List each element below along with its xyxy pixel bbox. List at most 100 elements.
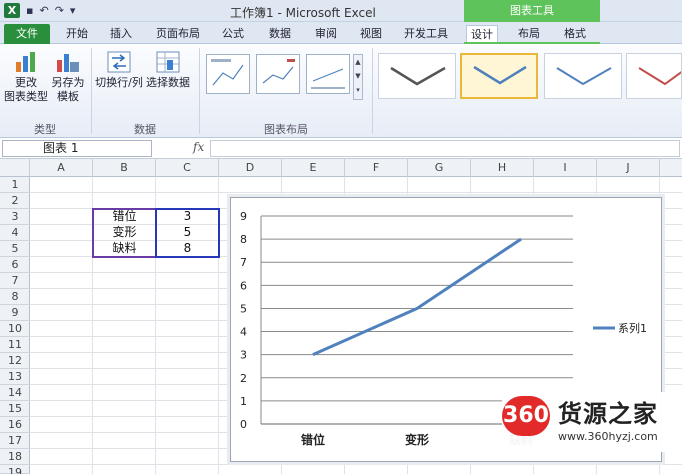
tab-page-layout[interactable]: 页面布局 <box>152 25 204 44</box>
layout-gallery-scroll[interactable]: ▲ ▼ ▾ <box>353 54 363 100</box>
chart-tools-header: 图表工具 <box>464 0 600 22</box>
select-data-button[interactable]: 选择数据 <box>146 50 190 90</box>
x-tick-label: 变形 <box>405 432 429 447</box>
y-tick-label: 5 <box>240 302 247 315</box>
save-as-template-button[interactable]: 另存为 模板 <box>50 50 86 104</box>
layout-thumb-icon <box>262 59 295 84</box>
watermark-logo: 360 <box>502 396 550 436</box>
select-data-icon <box>156 51 180 73</box>
excel-logo-icon[interactable]: X <box>4 3 20 18</box>
chart-style-2-selected[interactable] <box>460 53 538 99</box>
chart-style-4[interactable] <box>626 53 682 99</box>
window-title: 工作簿1 - Microsoft Excel <box>230 6 376 20</box>
y-tick-label: 2 <box>240 372 247 385</box>
row-header[interactable]: 7 <box>0 273 30 289</box>
column-header[interactable]: F <box>345 159 408 177</box>
row-header[interactable]: 19 <box>0 465 30 474</box>
row-header[interactable]: 4 <box>0 225 30 241</box>
row-header[interactable]: 9 <box>0 305 30 321</box>
row-header[interactable]: 18 <box>0 449 30 465</box>
group-label-data: 数据 <box>134 123 156 136</box>
row-header[interactable]: 10 <box>0 321 30 337</box>
formula-bar: 图表 1 fx <box>0 138 682 159</box>
row-header[interactable]: 17 <box>0 433 30 449</box>
column-header[interactable]: E <box>282 159 345 177</box>
ribbon: 更改 图表类型 另存为 模板 类型 切换行/列 选择数据 数据 ▲ ▼ ▾ 图表布局 <box>0 44 682 138</box>
select-all-corner[interactable] <box>0 159 30 177</box>
ribbon-tabs: 文件 开始 插入 页面布局 公式 数据 审阅 视图 开发工具 设计 布局 格式 <box>0 22 682 45</box>
save-icon[interactable]: ▪ <box>26 3 33 18</box>
column-headers: A B C D E F G H I J <box>0 159 682 177</box>
tab-insert[interactable]: 插入 <box>106 25 136 44</box>
row-header[interactable]: 1 <box>0 177 30 193</box>
value-range-highlight <box>155 208 220 258</box>
redo-icon[interactable]: ↷ <box>55 3 64 18</box>
save-template-icon <box>57 54 79 72</box>
row-header[interactable]: 6 <box>0 257 30 273</box>
row-header[interactable]: 2 <box>0 193 30 209</box>
row-headers: 1 2 3 4 5 6 7 8 9 10 11 12 13 14 15 16 1… <box>0 177 30 474</box>
chart-layout-3[interactable] <box>306 54 350 94</box>
tab-data[interactable]: 数据 <box>265 25 295 44</box>
row-header[interactable]: 15 <box>0 401 30 417</box>
column-header[interactable]: H <box>471 159 534 177</box>
row-header[interactable]: 11 <box>0 337 30 353</box>
chart-style-1[interactable] <box>378 53 456 99</box>
select-data-label: 选择数据 <box>146 76 190 89</box>
column-header[interactable]: D <box>219 159 282 177</box>
column-header[interactable]: A <box>30 159 93 177</box>
watermark: 360 货源之家 www.360hyzj.com <box>502 392 682 452</box>
change-chart-type-button[interactable]: 更改 图表类型 <box>4 50 48 104</box>
row-header[interactable]: 5 <box>0 241 30 257</box>
function-icon[interactable]: fx <box>193 140 204 154</box>
column-header[interactable]: C <box>156 159 219 177</box>
switch-row-column-icon <box>107 51 131 73</box>
customize-icon[interactable]: ▾ <box>70 3 76 18</box>
quick-access-toolbar: X ▪ ↶ ↷ ▾ <box>4 3 75 18</box>
layout-thumb-icon <box>211 59 244 86</box>
save-template-line1: 另存为 <box>51 76 85 89</box>
tab-developer[interactable]: 开发工具 <box>400 25 452 44</box>
row-header[interactable]: 13 <box>0 369 30 385</box>
group-label-type: 类型 <box>34 123 56 136</box>
y-tick-label: 7 <box>240 256 247 269</box>
group-label-chart-layout: 图表布局 <box>264 123 308 136</box>
style-line-icon <box>556 67 612 86</box>
style-line-icon <box>390 66 446 86</box>
y-tick-label: 9 <box>240 210 247 223</box>
title-bar: X ▪ ↶ ↷ ▾ 工作簿1 - Microsoft Excel 图表工具 <box>0 0 682 22</box>
tab-file[interactable]: 文件 <box>4 24 50 44</box>
row-header[interactable]: 12 <box>0 353 30 369</box>
save-template-line2: 模板 <box>57 90 79 103</box>
y-tick-label: 1 <box>240 395 247 408</box>
column-header[interactable]: G <box>408 159 471 177</box>
formula-input[interactable] <box>210 140 680 157</box>
tab-review[interactable]: 审阅 <box>311 25 341 44</box>
name-box[interactable]: 图表 1 <box>2 140 152 157</box>
column-header[interactable]: I <box>534 159 597 177</box>
tab-home[interactable]: 开始 <box>62 25 92 44</box>
chart-style-3[interactable] <box>544 53 622 99</box>
row-header[interactable]: 8 <box>0 289 30 305</box>
row-header[interactable]: 16 <box>0 417 30 433</box>
tab-formulas[interactable]: 公式 <box>218 25 248 44</box>
y-tick-label: 4 <box>240 326 247 339</box>
chart-layout-2[interactable] <box>256 54 300 94</box>
y-tick-label: 3 <box>240 349 247 362</box>
series-point <box>416 307 418 309</box>
change-chart-type-line1: 更改 <box>15 76 37 89</box>
tab-view[interactable]: 视图 <box>356 25 386 44</box>
watermark-url: www.360hyzj.com <box>558 430 658 443</box>
series-line <box>312 237 522 357</box>
chart-layout-1[interactable] <box>206 54 250 94</box>
change-chart-type-line2: 图表类型 <box>4 90 48 103</box>
row-header[interactable]: 3 <box>0 209 30 225</box>
legend-label: 系列1 <box>618 321 647 335</box>
column-header[interactable]: B <box>93 159 156 177</box>
row-header[interactable]: 14 <box>0 385 30 401</box>
undo-icon[interactable]: ↶ <box>39 3 48 18</box>
column-header[interactable]: J <box>597 159 660 177</box>
switch-row-column-button[interactable]: 切换行/列 <box>94 50 144 90</box>
layout-thumb-icon <box>311 68 345 89</box>
category-range-highlight <box>92 208 157 258</box>
